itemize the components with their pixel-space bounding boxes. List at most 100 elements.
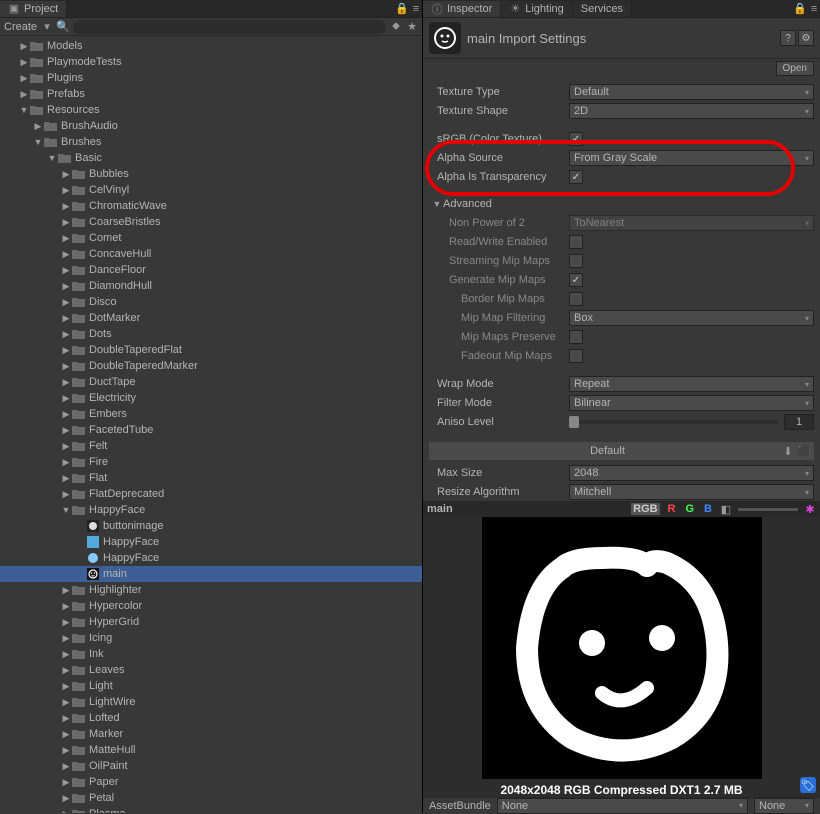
- tree-item[interactable]: ▶DoubleTaperedMarker: [0, 358, 422, 374]
- tree-item[interactable]: main: [0, 566, 422, 582]
- tree-item[interactable]: ▶Models: [0, 38, 422, 54]
- r-toggle[interactable]: R: [666, 503, 678, 515]
- mipfilter-dropdown[interactable]: Box▾: [569, 310, 814, 326]
- tree-item[interactable]: HappyFace: [0, 550, 422, 566]
- tree-item[interactable]: ▶Petal: [0, 790, 422, 806]
- fadeout-checkbox[interactable]: [569, 349, 583, 363]
- tree-item[interactable]: ▶MatteHull: [0, 742, 422, 758]
- services-tab[interactable]: Services: [573, 1, 632, 17]
- tree-item[interactable]: ▶Flat: [0, 470, 422, 486]
- filter-dropdown[interactable]: Bilinear▾: [569, 395, 814, 411]
- tree-item[interactable]: ▶Prefabs: [0, 86, 422, 102]
- bordermip-checkbox[interactable]: [569, 292, 583, 306]
- resize-dropdown[interactable]: Mitchell▾: [569, 484, 814, 500]
- open-button[interactable]: Open: [776, 61, 814, 76]
- tree-item[interactable]: ▶Light: [0, 678, 422, 694]
- rgb-toggle[interactable]: RGB: [631, 503, 659, 515]
- save-search-icon[interactable]: ★: [406, 21, 418, 33]
- tree-item[interactable]: ▼Basic: [0, 150, 422, 166]
- tree-item[interactable]: ▶Hypercolor: [0, 598, 422, 614]
- tree-item[interactable]: ▶Plasma: [0, 806, 422, 813]
- filter-icon[interactable]: ⬥: [390, 21, 402, 33]
- tree-item[interactable]: ▶PlaymodeTests: [0, 54, 422, 70]
- project-tree[interactable]: ▶Models▶PlaymodeTests▶Plugins▶Prefabs▼Re…: [0, 36, 422, 813]
- tree-item[interactable]: ▼HappyFace: [0, 502, 422, 518]
- tree-item[interactable]: ▶FacetedTube: [0, 422, 422, 438]
- srgb-checkbox[interactable]: ✓: [569, 132, 583, 146]
- tree-item[interactable]: ▶Plugins: [0, 70, 422, 86]
- tree-item[interactable]: ▶Embers: [0, 406, 422, 422]
- project-tab[interactable]: ▣ Project: [0, 1, 67, 17]
- download-icon[interactable]: ⬇: [782, 445, 794, 457]
- g-toggle[interactable]: G: [683, 503, 696, 515]
- tree-item[interactable]: HappyFace: [0, 534, 422, 550]
- lock-icon[interactable]: 🔒: [794, 3, 806, 15]
- npot-dropdown[interactable]: ToNearest▾: [569, 215, 814, 231]
- tree-item[interactable]: ▶Paper: [0, 774, 422, 790]
- alpha-transparency-checkbox[interactable]: ✓: [569, 170, 583, 184]
- panel-menu-icon[interactable]: ≡: [410, 3, 422, 15]
- tree-item[interactable]: ▶Icing: [0, 630, 422, 646]
- tree-item[interactable]: ▶BrushAudio: [0, 118, 422, 134]
- tree-item[interactable]: ▶DoubleTaperedFlat: [0, 342, 422, 358]
- assetbundle-variant-dropdown[interactable]: None▾: [754, 798, 814, 814]
- mip-preview-icon[interactable]: ◧: [720, 503, 732, 515]
- tree-item[interactable]: buttonimage: [0, 518, 422, 534]
- alpha-source-dropdown[interactable]: From Gray Scale▾: [569, 150, 814, 166]
- tree-item[interactable]: ▶LightWire: [0, 694, 422, 710]
- aniso-slider[interactable]: [569, 420, 778, 424]
- texture-type-dropdown[interactable]: Default▾: [569, 84, 814, 100]
- tree-item[interactable]: ▶Disco: [0, 294, 422, 310]
- tree-item[interactable]: ▼Resources: [0, 102, 422, 118]
- tree-item[interactable]: ▶HyperGrid: [0, 614, 422, 630]
- platform-tab[interactable]: Default: [590, 445, 625, 457]
- tree-item[interactable]: ▶Fire: [0, 454, 422, 470]
- lighting-tab[interactable]: ☀ Lighting: [501, 1, 573, 17]
- tree-item[interactable]: ▶Dots: [0, 326, 422, 342]
- inspector-tab[interactable]: ⓘ Inspector: [423, 1, 501, 17]
- create-button[interactable]: Create: [4, 21, 37, 33]
- alpha-preview-icon[interactable]: ✱: [804, 503, 816, 515]
- maxsize-dropdown[interactable]: 2048▾: [569, 465, 814, 481]
- tree-item[interactable]: ▶DanceFloor: [0, 262, 422, 278]
- tree-item[interactable]: ▶DiamondHull: [0, 278, 422, 294]
- tree-item[interactable]: ▶FlatDeprecated: [0, 486, 422, 502]
- tree-item[interactable]: ▶Marker: [0, 726, 422, 742]
- tree-item[interactable]: ▶DotMarker: [0, 310, 422, 326]
- tree-item[interactable]: ▶CoarseBristles: [0, 214, 422, 230]
- search-input[interactable]: [73, 20, 386, 34]
- mippreserve-checkbox[interactable]: [569, 330, 583, 344]
- create-dropdown-icon[interactable]: ▾: [41, 21, 53, 33]
- assetbundle-dropdown[interactable]: None▾: [497, 798, 748, 814]
- genmip-checkbox[interactable]: ✓: [569, 273, 583, 287]
- panel-menu-icon[interactable]: ≡: [808, 3, 820, 15]
- aniso-value[interactable]: 1: [784, 414, 814, 430]
- texture-shape-dropdown[interactable]: 2D▾: [569, 103, 814, 119]
- tree-item[interactable]: ▶Lofted: [0, 710, 422, 726]
- tree-item[interactable]: ▶Leaves: [0, 662, 422, 678]
- tree-item[interactable]: ▶Bubbles: [0, 166, 422, 182]
- tree-item[interactable]: ▶CelVinyl: [0, 182, 422, 198]
- tree-item[interactable]: ▶ChromaticWave: [0, 198, 422, 214]
- tree-item[interactable]: ▶Comet: [0, 230, 422, 246]
- mip-slider[interactable]: [738, 508, 798, 511]
- tree-item[interactable]: ▶Felt: [0, 438, 422, 454]
- tree-item[interactable]: ▼Brushes: [0, 134, 422, 150]
- tree-item[interactable]: ▶Electricity: [0, 390, 422, 406]
- folder-icon: [30, 40, 44, 52]
- platform-icon[interactable]: ⬛: [798, 445, 810, 457]
- tree-item[interactable]: ▶DuctTape: [0, 374, 422, 390]
- lock-icon[interactable]: 🔒: [396, 3, 408, 15]
- tree-item[interactable]: ▶OilPaint: [0, 758, 422, 774]
- wrap-dropdown[interactable]: Repeat▾: [569, 376, 814, 392]
- tree-item[interactable]: ▶Highlighter: [0, 582, 422, 598]
- b-toggle[interactable]: B: [702, 503, 714, 515]
- rw-checkbox[interactable]: [569, 235, 583, 249]
- help-icon[interactable]: ?: [780, 30, 796, 46]
- stream-checkbox[interactable]: [569, 254, 583, 268]
- gear-icon[interactable]: ⚙: [798, 30, 814, 46]
- tree-item[interactable]: ▶Ink: [0, 646, 422, 662]
- tag-icon[interactable]: 🏷: [800, 777, 816, 793]
- tree-item[interactable]: ▶ConcaveHull: [0, 246, 422, 262]
- advanced-foldout[interactable]: ▼Advanced: [429, 195, 814, 213]
